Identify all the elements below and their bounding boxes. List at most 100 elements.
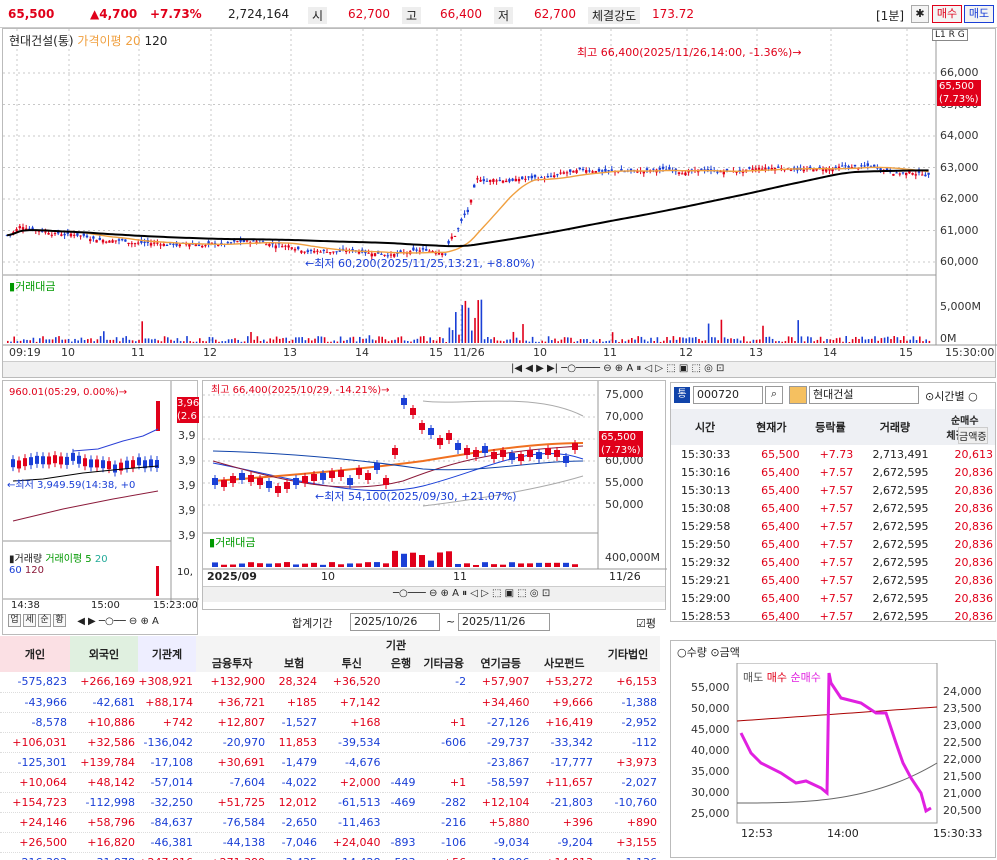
candle bbox=[281, 246, 284, 248]
gear-icon[interactable]: ✱ bbox=[911, 5, 929, 23]
volume-bar bbox=[819, 336, 822, 343]
volume-bar bbox=[138, 339, 140, 343]
tick-cell: +7.57 bbox=[819, 483, 854, 497]
volume-bar bbox=[432, 340, 435, 343]
volume-bar bbox=[730, 338, 732, 343]
volume-bar bbox=[461, 305, 463, 343]
volume-bar bbox=[29, 340, 31, 343]
flow-left-tick: 45,000 bbox=[691, 723, 730, 736]
mini-price-tick: 3,9 bbox=[178, 454, 196, 467]
h-fin-invest: 금융투자 bbox=[211, 657, 253, 670]
candle bbox=[319, 251, 322, 253]
search-icon[interactable]: ⌕ bbox=[765, 386, 783, 404]
volume-bar bbox=[883, 337, 886, 343]
volume-bar bbox=[32, 337, 35, 343]
unit-radio[interactable]: ○수량 ⊙금액 bbox=[677, 644, 740, 660]
investor-cell: -19,996 bbox=[469, 852, 533, 860]
candle bbox=[527, 176, 530, 178]
daily-volume-bar bbox=[383, 563, 389, 567]
candle bbox=[450, 236, 453, 239]
volume-bar bbox=[861, 336, 863, 343]
candle bbox=[844, 165, 847, 167]
daily-volume-bar bbox=[545, 562, 551, 567]
sell-button[interactable]: 매도 bbox=[964, 5, 994, 23]
investor-cell: -43,966 bbox=[0, 692, 70, 713]
investor-cell: +26,500 bbox=[0, 832, 70, 853]
tick-cell: +7.57 bbox=[819, 465, 854, 479]
investor-cell: -61,513 bbox=[320, 792, 384, 813]
tick-cell: 20,836 bbox=[954, 555, 994, 569]
col-amount-inc[interactable]: 금액증 bbox=[958, 427, 988, 444]
mini-price-tick: 3,9 bbox=[178, 504, 196, 517]
investor-cell: +14,813 bbox=[532, 852, 596, 860]
volume-bar bbox=[810, 337, 812, 343]
volume-bar bbox=[403, 340, 406, 343]
mini-candle bbox=[23, 458, 27, 467]
candle bbox=[565, 172, 569, 174]
investor-cell: -27,126 bbox=[469, 712, 533, 733]
volume-bar bbox=[576, 341, 579, 343]
volume-bar bbox=[906, 340, 908, 343]
investor-cell bbox=[418, 692, 470, 713]
time-tick: 11 bbox=[131, 346, 145, 359]
volume-bar bbox=[7, 340, 9, 343]
folder-icon[interactable] bbox=[789, 386, 807, 404]
candle bbox=[300, 250, 303, 253]
volume-bar bbox=[218, 341, 220, 343]
candle bbox=[79, 235, 82, 237]
candle bbox=[127, 242, 130, 244]
flow-right-tick: 22,000 bbox=[943, 753, 982, 766]
mode-radio[interactable]: ⊙시간별 ○ bbox=[925, 388, 978, 404]
period-selector[interactable]: [1분] bbox=[876, 7, 904, 24]
time-tick: 12 bbox=[679, 346, 693, 359]
investor-cell: -42,681 bbox=[70, 692, 138, 713]
tick-cell: 2,672,595 bbox=[872, 555, 929, 569]
volume-bar bbox=[154, 338, 156, 343]
volume-bar bbox=[42, 336, 44, 343]
volume-bar bbox=[650, 337, 652, 343]
volume-bar bbox=[35, 341, 38, 343]
volume-bar bbox=[263, 339, 265, 343]
tick-cell: 65,400 bbox=[761, 465, 800, 479]
investor-cell: +1 bbox=[418, 772, 470, 793]
avg-checkbox[interactable]: ☑평 bbox=[636, 615, 656, 631]
tick-cell: +7.57 bbox=[819, 519, 854, 533]
candle bbox=[412, 247, 415, 251]
flow-right-tick: 23,000 bbox=[943, 719, 982, 732]
candle bbox=[821, 169, 825, 172]
daily-scroll-controls[interactable]: ─○─── ⊖ ⊕ A ⏸ ◁ ▷ ⬚ ▣ ⬚ ◎ ⊡ bbox=[393, 588, 550, 599]
flow-right-tick: 22,500 bbox=[943, 736, 982, 749]
tick-cell: 20,836 bbox=[954, 483, 994, 497]
volume-bar bbox=[45, 339, 47, 343]
volume-bar bbox=[314, 338, 316, 343]
volume-bar bbox=[570, 337, 572, 343]
to-date-input[interactable]: 2025/11/26 bbox=[458, 613, 550, 631]
daily-candle bbox=[347, 478, 353, 485]
vol-tick-top: 5,000M bbox=[940, 300, 981, 313]
candle bbox=[546, 175, 549, 178]
volume-bar bbox=[493, 337, 495, 343]
code-input[interactable]: 000720 bbox=[693, 386, 763, 404]
col-rate: 등락률 bbox=[815, 421, 846, 434]
from-date-input[interactable]: 2025/10/26 bbox=[350, 613, 440, 631]
volume-bar bbox=[259, 341, 262, 343]
tick-cell: 2,672,595 bbox=[872, 483, 929, 497]
volume-bar bbox=[400, 336, 403, 343]
scroll-controls[interactable]: |◀ ◀ ▶ ▶| ─○──── ⊖ ⊕ A ⏸ ◁ ▷ ⬚ ▣ ⬚ ◎ ⊡ bbox=[511, 363, 724, 374]
buy-button[interactable]: 매수 bbox=[932, 5, 962, 23]
investor-cell: -282 bbox=[418, 792, 470, 813]
volume-bar bbox=[368, 335, 371, 343]
daily-volume-bar bbox=[311, 562, 317, 567]
h-pension: 연기금등 bbox=[480, 657, 522, 670]
volume-bar bbox=[896, 337, 899, 343]
mini-candle bbox=[65, 456, 69, 465]
candle bbox=[466, 209, 469, 212]
volume-bar bbox=[227, 339, 230, 343]
tick-cell: +7.57 bbox=[819, 555, 854, 569]
tick-cell: 20,836 bbox=[954, 501, 994, 515]
volume-bar bbox=[339, 336, 342, 343]
volume-bar bbox=[589, 341, 591, 343]
mini-candle bbox=[89, 459, 93, 468]
daily-candle bbox=[437, 438, 443, 445]
investor-cell: +36,520 bbox=[320, 672, 384, 693]
